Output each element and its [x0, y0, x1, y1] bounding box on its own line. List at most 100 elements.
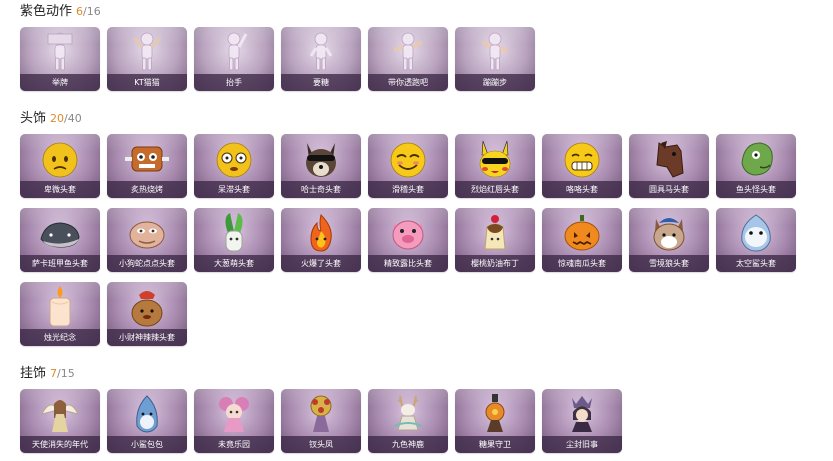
shark-bag-icon — [107, 391, 187, 437]
collection-item-card[interactable]: 哈士奇头套 — [281, 134, 361, 198]
dazed-face-icon — [194, 136, 274, 182]
item-label: 樱桃奶油布丁 — [455, 255, 535, 272]
collection-count: 6/16 — [76, 5, 101, 18]
deer-icon — [368, 391, 448, 437]
angel-icon — [20, 391, 100, 437]
item-label: 糖果守卫 — [455, 436, 535, 453]
collection-item-card[interactable]: 萨卡班甲鱼头套 — [20, 208, 100, 272]
collection-count: 20/40 — [50, 112, 82, 125]
figure-hop-icon — [455, 29, 535, 75]
item-label: 烈焰红唇头套 — [455, 181, 535, 198]
collection-item-card[interactable]: 烛光纪念 — [20, 282, 100, 346]
collection-item-card[interactable]: 鱼头怪头套 — [716, 134, 796, 198]
fairy-doll-icon — [194, 391, 274, 437]
owned-count: 7 — [50, 367, 58, 380]
candy-guard-icon — [455, 391, 535, 437]
figure-sign-icon — [20, 29, 100, 75]
collection-item-card[interactable]: 未竟乐园 — [194, 389, 274, 453]
collection-item-card[interactable]: 滑稽头套 — [368, 134, 448, 198]
item-label: 惊魂南瓜头套 — [542, 255, 622, 272]
item-label: 萨卡班甲鱼头套 — [20, 255, 100, 272]
collection-item-card[interactable]: 火爆了头套 — [281, 208, 361, 272]
candle-icon — [20, 284, 100, 330]
space-shark-icon — [716, 210, 796, 256]
collection-item-card[interactable]: 九色神鹿 — [368, 389, 448, 453]
item-label: KT猫猫 — [107, 74, 187, 91]
barbecue-icon — [107, 136, 187, 182]
figure-raise-hand-icon — [194, 29, 274, 75]
item-label: 未竟乐园 — [194, 436, 274, 453]
item-label: 钗头凤 — [281, 436, 361, 453]
item-label: 九色神鹿 — [368, 436, 448, 453]
collection-item-card[interactable]: 抬手 — [194, 27, 274, 91]
collection-item-card[interactable]: 带你透跑吧 — [368, 27, 448, 91]
section-name: 头饰 — [20, 111, 47, 126]
owned-count: 20 — [50, 112, 65, 125]
collection-item-card[interactable]: 精致露比头套 — [368, 208, 448, 272]
item-label: 抬手 — [194, 74, 274, 91]
snow-wolf-icon — [629, 210, 709, 256]
collection-item-card[interactable]: 小财神辣辣头套 — [107, 282, 187, 346]
total-count: /15 — [57, 367, 75, 380]
collection-item-card[interactable]: 要糖 — [281, 27, 361, 91]
collection-count: 7/15 — [50, 367, 75, 380]
collection-item-card[interactable]: 烈焰红唇头套 — [455, 134, 535, 198]
total-count: /40 — [64, 112, 82, 125]
money-bag-icon — [107, 284, 187, 330]
collection-item-card[interactable]: 蹦蹦步 — [455, 27, 535, 91]
collection-item-card[interactable]: 炙热烧烤 — [107, 134, 187, 198]
item-label: 大葱萌头套 — [194, 255, 274, 272]
horse-head-icon — [629, 136, 709, 182]
collection-item-card[interactable]: 小狗蛇点点头套 — [107, 208, 187, 272]
figure-run-icon — [368, 29, 448, 75]
collection-item-card[interactable]: 圆具马头套 — [629, 134, 709, 198]
collection-item-card[interactable]: 太空鲨头套 — [716, 208, 796, 272]
collection-item-card[interactable]: 雪境狼头套 — [629, 208, 709, 272]
collection-item-card[interactable]: 大葱萌头套 — [194, 208, 274, 272]
owned-count: 6 — [76, 5, 84, 18]
item-label: 天使消失的年代 — [20, 436, 100, 453]
whale-icon — [20, 210, 100, 256]
collection-item-card[interactable]: 呆滞头套 — [194, 134, 274, 198]
item-label: 尘封旧事 — [542, 436, 622, 453]
item-label: 太空鲨头套 — [716, 255, 796, 272]
collection-item-card[interactable]: 惊魂南瓜头套 — [542, 208, 622, 272]
pikachu-icon — [455, 136, 535, 182]
figure-beg-icon — [281, 29, 361, 75]
pink-pig-icon — [368, 210, 448, 256]
funny-face-icon — [368, 136, 448, 182]
collection-item-card[interactable]: 糖果守卫 — [455, 389, 535, 453]
fire-icon — [281, 210, 361, 256]
snake-head-icon — [107, 210, 187, 256]
collection-item-card[interactable]: 小鲨包包 — [107, 389, 187, 453]
item-label: 哈士奇头套 — [281, 181, 361, 198]
item-label: 小鲨包包 — [107, 436, 187, 453]
collection-item-card[interactable]: 咯咯头套 — [542, 134, 622, 198]
pudding-icon — [455, 210, 535, 256]
item-label: 呆滞头套 — [194, 181, 274, 198]
leek-icon — [194, 210, 274, 256]
item-label: 炙热烧烤 — [107, 181, 187, 198]
grin-face-icon — [542, 136, 622, 182]
item-label: 烛光纪念 — [20, 329, 100, 346]
item-label: 小财神辣辣头套 — [107, 329, 187, 346]
item-label: 咯咯头套 — [542, 181, 622, 198]
collection-item-card[interactable]: 樱桃奶油布丁 — [455, 208, 535, 272]
collection-item-card[interactable]: KT猫猫 — [107, 27, 187, 91]
collection-item-card[interactable]: 举牌 — [20, 27, 100, 91]
item-label: 雪境狼头套 — [629, 255, 709, 272]
old-story-icon — [542, 391, 622, 437]
item-label: 举牌 — [20, 74, 100, 91]
item-label: 鱼头怪头套 — [716, 181, 796, 198]
phoenix-hairpin-icon — [281, 391, 361, 437]
collection-item-card[interactable]: 尘封旧事 — [542, 389, 622, 453]
section-name: 紫色动作 — [20, 4, 73, 19]
collection-item-card[interactable]: 天使消失的年代 — [20, 389, 100, 453]
section-title-pendants: 挂饰 7/15 — [20, 362, 75, 381]
item-label: 带你透跑吧 — [368, 74, 448, 91]
collection-item-card[interactable]: 钗头凤 — [281, 389, 361, 453]
fish-head-icon — [716, 136, 796, 182]
item-label: 小狗蛇点点头套 — [107, 255, 187, 272]
section-title-actions: 紫色动作 6/16 — [20, 0, 101, 19]
collection-item-card[interactable]: 卑微头套 — [20, 134, 100, 198]
